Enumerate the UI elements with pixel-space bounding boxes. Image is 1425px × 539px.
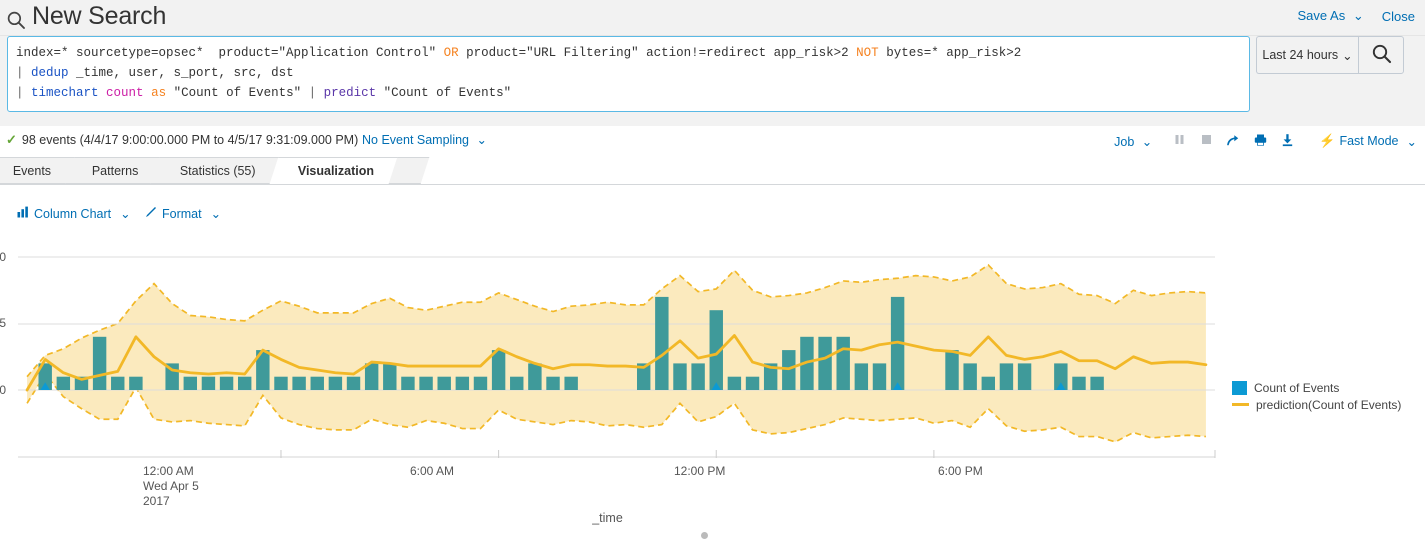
- x-axis-title: _time: [0, 511, 1215, 525]
- bar-chart-icon: [17, 206, 29, 221]
- legend-item-prediction[interactable]: prediction(Count of Events): [1232, 396, 1401, 413]
- y-tick-5: 5: [0, 316, 6, 330]
- chevron-down-icon: ⌄: [477, 132, 487, 147]
- tab-visualization[interactable]: Visualization: [270, 157, 404, 184]
- event-sampling-label: No Event Sampling: [362, 133, 469, 147]
- spl-line-1: index=* sourcetype=opsec* product="Appli…: [16, 43, 1241, 63]
- chevron-down-icon: ⌄: [211, 206, 221, 221]
- search-mode-label: Fast Mode: [1339, 134, 1398, 148]
- format-label: Format: [162, 207, 202, 221]
- legend-label-1: prediction(Count of Events): [1256, 398, 1401, 412]
- print-icon: [1253, 133, 1268, 150]
- event-sampling-selector[interactable]: No Event Sampling ⌄: [362, 132, 487, 147]
- spl-line-3: | timechart count as "Count of Events" |…: [16, 83, 1241, 103]
- tab-events-label: Events: [13, 164, 51, 178]
- event-count-text: 98 events (4/4/17 9:00:00.000 PM to 4/5/…: [22, 133, 358, 147]
- results-info-bar: ✓ 98 events (4/4/17 9:00:00.000 PM to 4/…: [0, 128, 1425, 156]
- x-tick-0: 12:00 AMWed Apr 52017: [143, 464, 199, 509]
- chart-type-label: Column Chart: [34, 207, 111, 221]
- tab-patterns[interactable]: Patterns: [66, 157, 165, 184]
- y-tick-0: 0: [0, 383, 6, 397]
- legend-swatch-bar: [1232, 381, 1247, 395]
- panel-resize-handle[interactable]: [701, 532, 708, 539]
- spl-line-2: | dedup _time, user, s_port, src, dst: [16, 63, 1241, 83]
- header-actions: Save As ⌄ Close: [1298, 8, 1415, 24]
- chart-container: 10 5 0 12:00 AMWed Apr 52017 6:00 AM 12:…: [0, 236, 1425, 539]
- share-icon: [1226, 133, 1241, 150]
- search-icon: [1371, 43, 1392, 67]
- timechart-plot[interactable]: [0, 236, 1260, 476]
- visualization-toolbar: Column Chart ⌄ Format ⌄: [0, 206, 1425, 230]
- legend-item-count-of-events[interactable]: Count of Events: [1232, 379, 1401, 396]
- stop-button[interactable]: [1193, 131, 1220, 151]
- time-range-picker[interactable]: Last 24 hours ⌄: [1256, 36, 1358, 74]
- chevron-down-icon: ⌄: [1342, 48, 1352, 63]
- chevron-down-icon: ⌄: [1142, 134, 1152, 149]
- chevron-down-icon: ⌄: [120, 206, 130, 221]
- results-tabs: Events Patterns Statistics (55) Visualiz…: [0, 157, 1425, 185]
- pause-button[interactable]: [1166, 131, 1193, 151]
- x-tick-1: 6:00 AM: [410, 464, 454, 479]
- x-tick-3: 6:00 PM: [938, 464, 983, 479]
- tab-statistics[interactable]: Statistics (55): [151, 157, 285, 184]
- save-as-label: Save As: [1298, 8, 1346, 23]
- check-icon: ✓: [6, 132, 17, 148]
- search-mode-selector[interactable]: ⚡ Fast Mode ⌄: [1319, 133, 1417, 149]
- search-icon: [6, 8, 26, 28]
- save-as-button[interactable]: Save As ⌄: [1298, 8, 1364, 24]
- print-button[interactable]: [1247, 131, 1274, 151]
- export-button[interactable]: [1274, 131, 1301, 151]
- lightning-bolt-icon: ⚡: [1319, 133, 1335, 149]
- chart-type-selector[interactable]: Column Chart ⌄: [17, 206, 131, 221]
- time-range-label: Last 24 hours: [1262, 48, 1338, 62]
- job-toolbar: Job ⌄: [1114, 131, 1417, 151]
- tabs-underline: [0, 184, 1425, 185]
- job-menu-label: Job: [1114, 135, 1134, 149]
- pencil-icon: [145, 206, 157, 221]
- share-button[interactable]: [1220, 131, 1247, 151]
- y-tick-10: 10: [0, 250, 6, 264]
- tab-visualization-label: Visualization: [298, 164, 374, 178]
- chevron-down-icon: ⌄: [1407, 134, 1417, 149]
- event-count: ✓ 98 events (4/4/17 9:00:00.000 PM to 4/…: [6, 132, 358, 148]
- x-tick-2: 12:00 PM: [674, 464, 725, 479]
- search-input[interactable]: index=* sourcetype=opsec* product="Appli…: [7, 36, 1250, 112]
- chart-legend: Count of Events prediction(Count of Even…: [1232, 379, 1401, 413]
- legend-swatch-line: [1232, 403, 1249, 406]
- job-menu-button[interactable]: Job ⌄: [1114, 134, 1152, 149]
- tab-statistics-label: Statistics (55): [180, 164, 256, 178]
- page-title: New Search: [6, 2, 166, 31]
- tab-patterns-label: Patterns: [92, 164, 139, 178]
- close-button[interactable]: Close: [1382, 9, 1415, 24]
- format-button[interactable]: Format ⌄: [145, 206, 221, 221]
- pause-icon: [1173, 133, 1186, 149]
- stop-icon: [1200, 133, 1213, 149]
- run-search-button[interactable]: [1358, 36, 1404, 74]
- app-header: New Search Save As ⌄ Close: [0, 0, 1425, 36]
- legend-label-0: Count of Events: [1254, 381, 1339, 395]
- download-icon: [1280, 133, 1295, 150]
- page-title-text: New Search: [32, 2, 166, 31]
- search-bar-region: index=* sourcetype=opsec* product="Appli…: [0, 36, 1425, 126]
- chevron-down-icon: ⌄: [1353, 8, 1364, 24]
